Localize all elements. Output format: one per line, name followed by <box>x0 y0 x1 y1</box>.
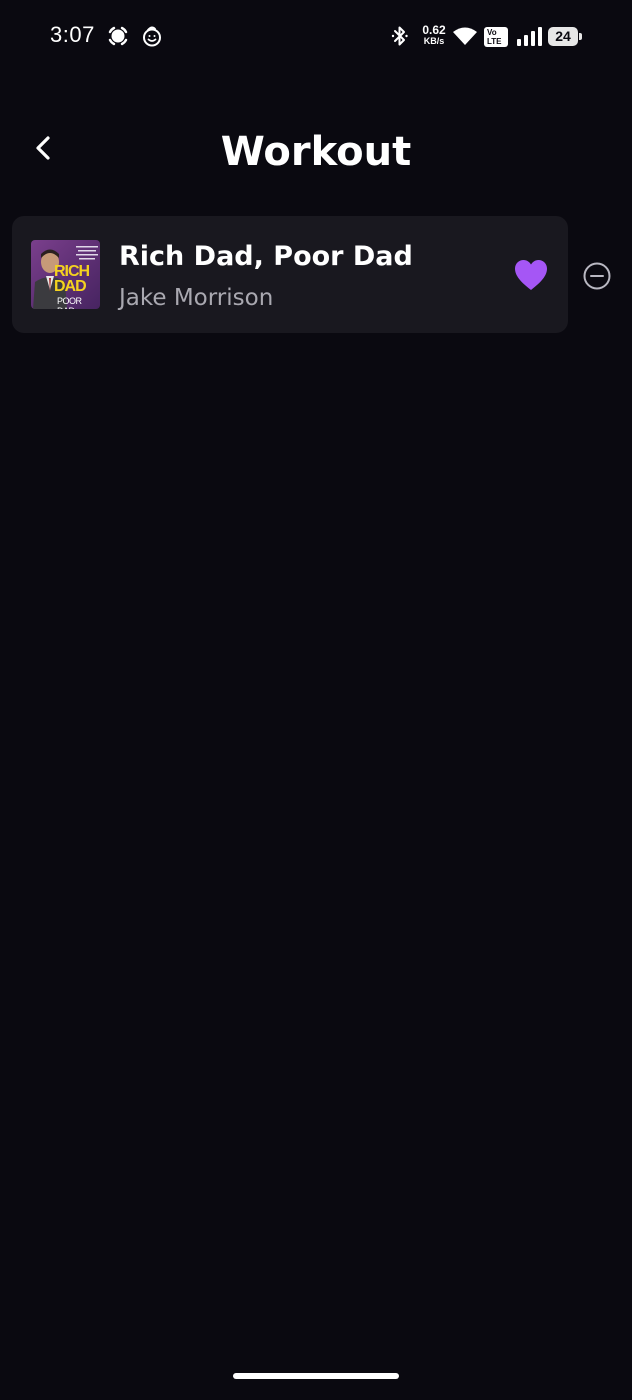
signal-icon <box>516 26 542 50</box>
network-speed: 0.62 KB/s <box>420 24 448 46</box>
remove-track-button[interactable] <box>582 261 612 291</box>
track-title: Rich Dad, Poor Dad <box>119 241 413 272</box>
status-bar: 3:07 0.62 KB/s Vo LTE 24 <box>0 0 632 72</box>
status-time: 3:07 <box>50 22 95 47</box>
cover-title-text: RICH DAD <box>54 263 90 295</box>
screen-record-icon <box>106 24 130 52</box>
network-speed-unit: KB/s <box>423 36 445 46</box>
favorite-button[interactable] <box>512 258 550 292</box>
track-row[interactable]: RICH DAD POOR DAD Rich Dad, Poor Dad Jak… <box>12 216 568 333</box>
cover-subtitle-lines <box>76 246 98 260</box>
cover-subtitle-text: POOR DAD <box>57 296 82 309</box>
minus-circle-icon <box>583 262 611 290</box>
volte-badge: Vo LTE <box>484 27 508 47</box>
bluetooth-icon <box>390 24 410 52</box>
album-cover: RICH DAD POOR DAD <box>31 240 100 309</box>
track-artist: Jake Morrison <box>119 285 274 311</box>
home-indicator[interactable] <box>233 1373 399 1379</box>
page-title: Workout <box>220 129 412 175</box>
network-speed-value: 0.62 <box>422 23 446 37</box>
heart-icon <box>515 260 547 290</box>
battery-icon: 24 <box>548 27 582 46</box>
baby-face-icon <box>140 24 164 52</box>
wifi-icon <box>452 26 478 52</box>
